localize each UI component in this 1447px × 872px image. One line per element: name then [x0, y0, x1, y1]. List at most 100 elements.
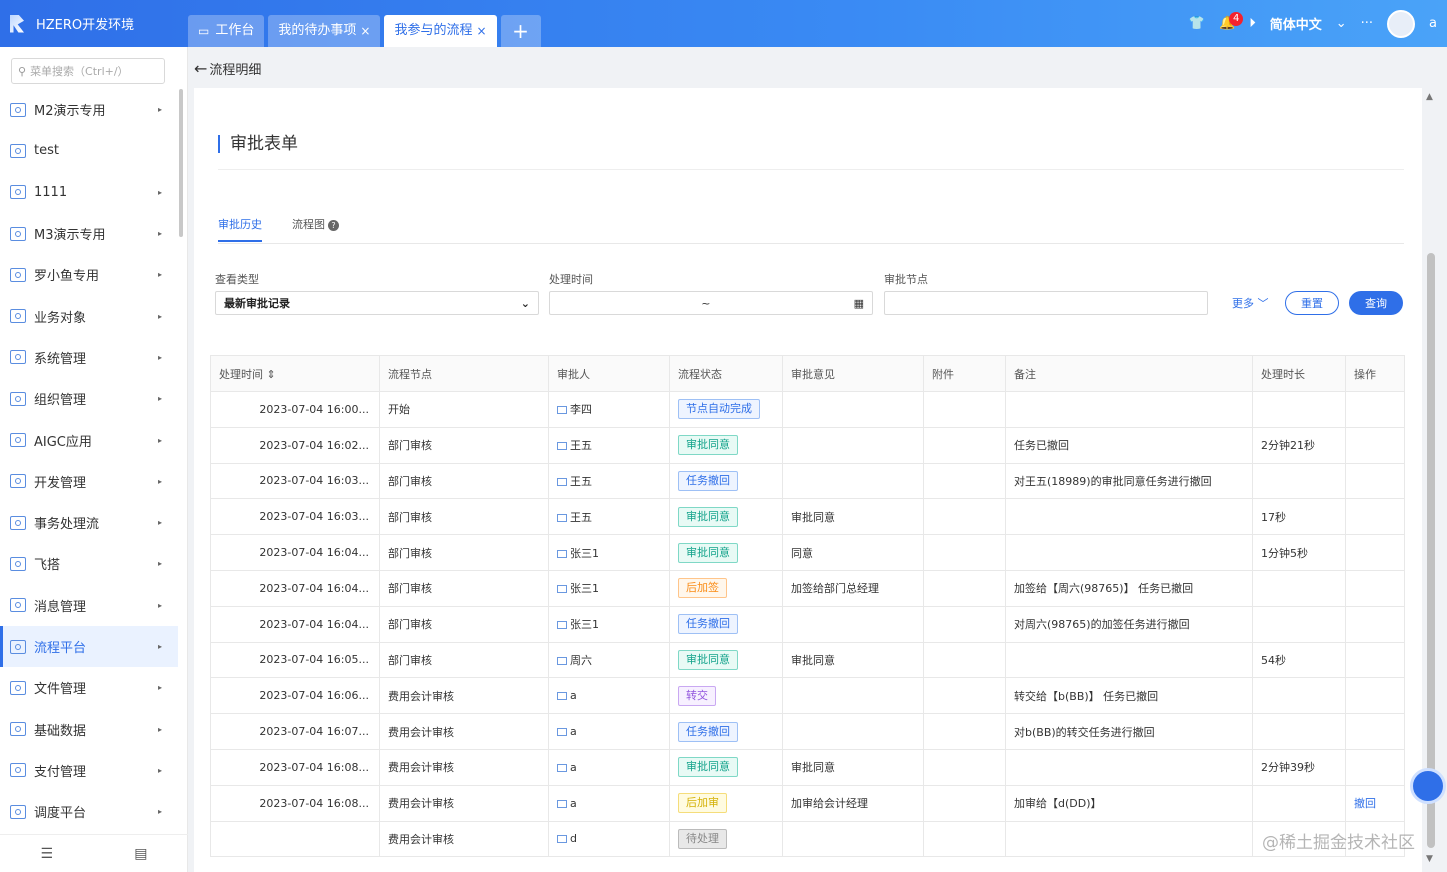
cell-opinion — [782, 391, 924, 428]
close-icon[interactable]: × — [476, 15, 486, 47]
table-row: 2023-07-04 16:03... 部门审核 王五 审批同意 审批同意 17秒 — [210, 498, 1405, 536]
more-filters-link[interactable]: 更多 ﹀ — [1232, 295, 1269, 311]
sidebar-item-label: 飞搭 — [34, 558, 61, 574]
menu-icon — [10, 556, 26, 571]
calendar-icon[interactable]: ▦ — [854, 297, 864, 310]
tab-approval-history[interactable]: 审批历史 — [218, 216, 262, 242]
cell-duration — [1252, 391, 1346, 428]
sidebar: ⚲ 菜单搜索（Ctrl+/） M2演示专用 ▸ test 1111 ▸ M3演示专用… — [0, 47, 188, 872]
table-row: 2023-07-04 16:04... 部门审核 张三1 任务撤回 对周六(98765)… — [210, 605, 1405, 643]
tab-workbench[interactable]: ▭ 工作台 — [188, 15, 265, 47]
sidebar-item-luoxiaoyu[interactable]: 罗小鱼专用 ▸ — [0, 254, 178, 295]
sidebar-item-1111[interactable]: 1111 ▸ — [0, 172, 178, 213]
reset-button[interactable]: 重置 — [1285, 291, 1339, 315]
cell-node: 部门审核 — [379, 534, 549, 571]
chevron-down-icon[interactable]: ⌄ — [1336, 16, 1347, 31]
node-input[interactable] — [884, 291, 1208, 315]
cell-time: 2023-07-04 16:03... — [210, 498, 380, 536]
sidebar-item-label: test — [34, 143, 59, 159]
help-icon[interactable]: ? — [328, 220, 339, 231]
sidebar-item-business-object[interactable]: 业务对象 ▸ — [0, 295, 178, 336]
sidebar-item-file[interactable]: 文件管理 ▸ — [0, 667, 178, 708]
withdraw-link[interactable]: 撤回 — [1354, 797, 1376, 810]
caret-icon: ▸ — [157, 765, 162, 775]
sidebar-item-m3[interactable]: M3演示专用 ▸ — [0, 213, 178, 254]
bell-icon[interactable]: 🔔 4 — [1219, 12, 1244, 31]
sort-icon[interactable]: ⇕ — [267, 368, 276, 381]
col-header-time[interactable]: 处理时间 ⇕ — [210, 355, 380, 392]
cell-node: 部门审核 — [379, 462, 549, 500]
cell-user: 李四 — [548, 391, 670, 428]
cell-opinion: 加签给部门总经理 — [782, 569, 924, 607]
cell-duration — [1252, 784, 1346, 822]
tab-flowchart[interactable]: 流程图? — [292, 216, 339, 242]
divider — [218, 169, 1404, 170]
cell-time: 2023-07-04 16:08... — [210, 748, 380, 786]
sidebar-item-workflow[interactable]: 流程平台 ▸ — [0, 625, 178, 668]
tab-my-participated[interactable]: 我参与的流程 × — [384, 15, 497, 47]
sidebar-item-aigc[interactable]: AIGC应用 ▸ — [0, 419, 178, 460]
cell-node: 部门审核 — [379, 605, 549, 643]
sidebar-item-basedata[interactable]: 基础数据 ▸ — [0, 708, 178, 749]
type-select[interactable]: 最新审批记录 ⌄ — [215, 291, 539, 315]
col-header-status: 流程状态 — [669, 355, 783, 392]
cell-node: 部门审核 — [379, 641, 549, 679]
query-button[interactable]: 查询 — [1349, 291, 1403, 315]
cell-duration: 1分钟5秒 — [1252, 534, 1346, 571]
scroll-up-icon[interactable]: ▲ — [1426, 92, 1433, 102]
cell-opinion: 审批同意 — [782, 641, 924, 679]
search-icon: ⚲ — [18, 64, 27, 78]
caret-icon: ▸ — [157, 311, 162, 321]
tab-my-todo[interactable]: 我的待办事项 × — [268, 15, 381, 47]
language-switch[interactable]: 简体中文 — [1270, 14, 1322, 33]
scroll-thumb[interactable] — [1427, 253, 1435, 848]
cell-user: 张三1 — [548, 534, 670, 571]
cell-user: 张三1 — [548, 569, 670, 607]
status-badge: 任务撤回 — [678, 721, 738, 742]
document-icon[interactable]: ▤ — [134, 846, 147, 862]
cell-action — [1345, 534, 1405, 571]
status-badge: 转交 — [678, 685, 716, 706]
cell-remark: 转交给【b(BB)】 任务已撤回 — [1005, 677, 1253, 715]
status-badge: 审批同意 — [678, 506, 738, 527]
close-icon[interactable]: × — [360, 15, 370, 47]
scroll-down-icon[interactable]: ▼ — [1426, 854, 1433, 864]
sidebar-item-payment[interactable]: 支付管理 ▸ — [0, 750, 178, 791]
avatar[interactable] — [1387, 9, 1416, 38]
cell-opinion: 审批同意 — [782, 498, 924, 536]
cell-duration: 54秒 — [1252, 641, 1346, 679]
sidebar-item-org[interactable]: 组织管理 ▸ — [0, 378, 178, 419]
add-tab-button[interactable]: + — [500, 15, 541, 47]
sidebar-item-message[interactable]: 消息管理 ▸ — [0, 585, 178, 626]
caret-icon: ▸ — [157, 352, 162, 362]
floating-assistant-button[interactable] — [1410, 768, 1446, 804]
sidebar-item-dev[interactable]: 开发管理 ▸ — [0, 461, 178, 502]
more-icon[interactable]: ··· — [1361, 16, 1373, 31]
sidebar-item-scheduler[interactable]: 调度平台 ▸ — [0, 791, 178, 832]
shirt-icon[interactable]: 👕 — [1189, 16, 1205, 31]
menu-search-input[interactable]: ⚲ 菜单搜索（Ctrl+/） — [11, 58, 165, 84]
time-range-picker[interactable]: ~ ▦ — [549, 291, 873, 315]
sidebar-scrollbar[interactable] — [179, 89, 183, 237]
type-select-value: 最新审批记录 — [224, 297, 290, 310]
cell-remark — [1005, 820, 1253, 858]
table-row: 2023-07-04 16:08... 费用会计审核 a 审批同意 审批同意 2分钟39秒 — [210, 748, 1405, 786]
cell-user: 周六 — [548, 641, 670, 679]
status-badge: 审批同意 — [678, 542, 738, 563]
cell-opinion — [782, 713, 924, 750]
sidebar-item-system[interactable]: 系统管理 ▸ — [0, 337, 178, 378]
back-arrow-icon[interactable]: ← — [194, 59, 207, 78]
cell-user: a — [548, 784, 670, 822]
sidebar-item-test[interactable]: test — [0, 130, 178, 171]
play-icon[interactable]: ⏵ — [1249, 16, 1256, 31]
main-scrollbar[interactable]: ▲ ▼ — [1425, 88, 1437, 872]
sidebar-item-feida[interactable]: 飞搭 ▸ — [0, 543, 178, 584]
collapse-menu-icon[interactable]: ☰ — [41, 846, 54, 862]
sidebar-item-transaction[interactable]: 事务处理流 ▸ — [0, 502, 178, 543]
cell-status: 审批同意 — [669, 641, 783, 679]
sidebar-item-m2[interactable]: M2演示专用 ▸ — [0, 89, 178, 130]
brand[interactable]: HZERO开发环境 — [0, 0, 188, 47]
user-name[interactable]: a — [1429, 16, 1437, 31]
user-name: d — [570, 832, 577, 846]
cell-attachment — [923, 534, 1006, 571]
